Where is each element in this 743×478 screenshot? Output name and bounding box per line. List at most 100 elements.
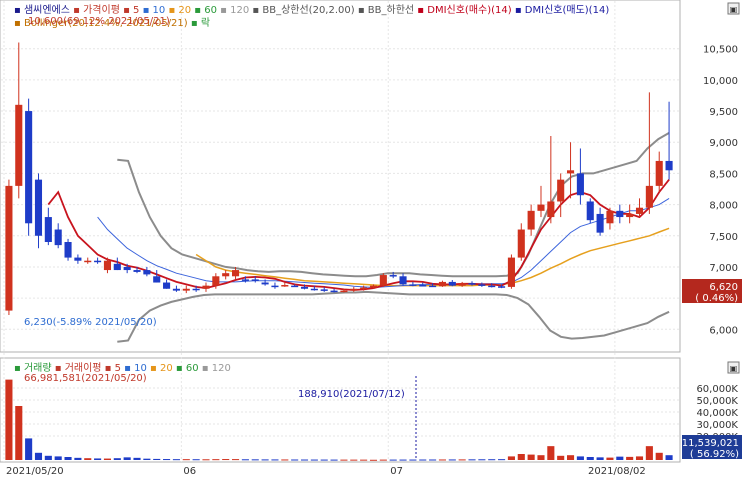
candle-body [586,201,594,221]
candle-body [182,288,190,291]
volume-bar [547,446,555,460]
candle-body [360,287,368,290]
candle-body [488,285,496,288]
candle-body [281,285,289,287]
candle-body [566,170,575,174]
volume-bar [507,456,515,460]
volume-bar [222,459,230,461]
volume-bar [5,379,13,460]
legend-top: ▪ 샘씨엔에스 ▪ 가격이평 ▪ 5 ▪ 10 ▪ 20 ▪ 60 ▪ 120 … [14,3,609,16]
low-annotation: 6,230(-5.89% 2021/05/20) [24,317,157,328]
candle-body [596,213,604,233]
volume-tick-label: 60,000K [696,384,738,395]
legend-top-item: ▪ BB_상한선(20,2.00) [249,4,355,16]
y-tick-label: 9,500 [709,107,738,118]
volume-bar [74,457,82,460]
candle-body [389,275,397,277]
candle-body [616,210,624,218]
candle-body [202,285,210,289]
volume-bar [488,459,496,461]
volume-bar [517,454,525,460]
volume-bar [192,459,200,461]
high-annotation: 10,600(69.12% 2021/05/21) [28,16,170,27]
volume-bar [182,459,190,461]
volume-settings-icon: ▣ [730,364,738,373]
volume-bar [64,457,72,460]
volume-legend-item: ▪ 60 [173,363,199,374]
candle-body [113,263,121,271]
candle-body [241,279,249,281]
volume-bar [281,459,289,461]
candle-body [429,285,437,288]
candle-body [251,279,259,281]
candle-body [310,288,318,291]
y-tick-label: 8,500 [709,169,738,180]
volume-mark-annotation: 188,910(2021/07/12) [298,389,405,400]
candle-body [635,207,644,214]
volume-bar [616,456,624,460]
volume-legend-item: ▪ 20 [147,363,173,374]
volume-bar [409,459,417,461]
candle-body [212,276,220,286]
volume-bar [468,459,476,461]
x-tick-label: 2021/08/02 [588,466,646,477]
candle-body [498,286,506,288]
candle-body [271,285,279,288]
volume-bar [340,459,348,461]
volume-bar [379,459,387,461]
candle-body [448,281,456,286]
volume-bar [606,457,614,460]
volume-bar [576,456,584,460]
volume-bar [527,454,535,460]
volume-bar [113,458,121,460]
volume-bar [399,459,407,461]
volume-bar [330,459,338,461]
y-tick-label: 9,000 [709,138,738,149]
panel-settings-icon: ▣ [730,5,738,14]
y-tick-label: 7,500 [709,232,738,243]
volume-bar [586,457,594,460]
candle-body [438,281,447,287]
legend-top-item: ▪ 샘씨엔에스 [14,4,70,16]
volume-bar [478,459,486,461]
volume-bar [172,459,180,461]
candle-body [192,288,200,291]
volume-bar [202,459,210,461]
candle-body [300,286,309,289]
legend-top2-item: ▪ 락 [188,17,210,29]
volume-bar [458,459,466,461]
legend-top-item: ▪ 10 [139,5,165,16]
candle-body [350,288,358,291]
legend-top-item: ▪ 5 [120,5,140,16]
candle-body [44,217,52,242]
volume-bar [241,459,249,461]
candle-body [25,111,33,224]
candle-body [655,160,663,186]
volume-bar [310,459,318,461]
volume-bar [153,458,161,460]
volume-bar [133,457,141,460]
volume-bar [291,459,299,461]
volume-bar [84,458,92,460]
volume-bar [143,458,151,460]
legend-top-item: ▪ 60 [191,5,217,16]
volume-bar [645,446,653,460]
volume-bar [44,455,52,460]
y-tick-label: 7,000 [709,263,738,274]
legend-top-item: ▪ DMI신호(매수)(14) [414,4,512,16]
volume-bar [360,459,368,461]
candle-body [5,185,13,311]
volume-bar [94,458,102,460]
current-volume-value: 11,539,021 [682,438,739,449]
candle-body [517,229,525,258]
legend-top-item: ▪ 20 [165,5,191,16]
legend-top-item: ▪ 120 [217,5,249,16]
volume-bar [261,459,269,461]
candle-body [54,229,62,246]
legend-top-item: ▪ 가격이평 [70,3,120,16]
volume-bar [448,459,456,461]
candle-body [547,201,555,218]
volume-bar [54,456,62,460]
volume-bar [212,459,220,461]
candle-body [84,260,92,263]
